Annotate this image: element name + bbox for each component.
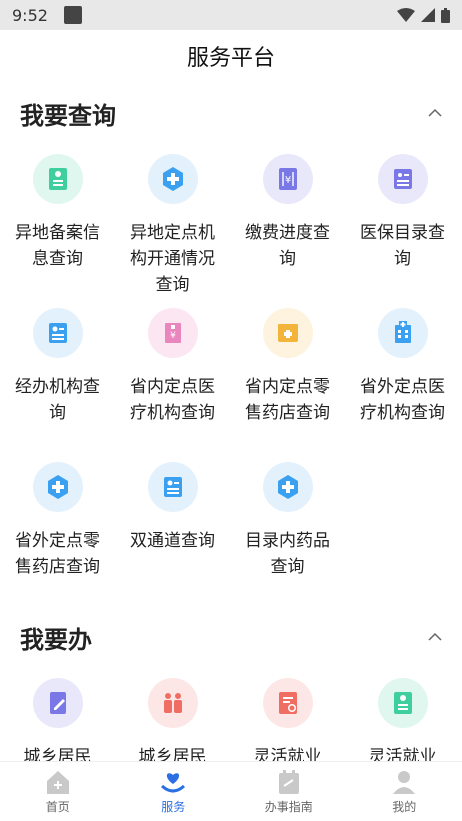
collapse-chevron-icon[interactable] bbox=[428, 630, 442, 644]
service-item[interactable]: 异地定点机构开通情况查询 bbox=[115, 144, 230, 298]
svg-text:¥: ¥ bbox=[170, 331, 176, 341]
service-item[interactable]: 灵活就业 bbox=[230, 668, 345, 762]
service-item[interactable]: 省外定点医疗机构查询 bbox=[345, 298, 460, 452]
service-item-label: 省内定点零售药店查询 bbox=[245, 377, 330, 423]
medical-cross-icon bbox=[32, 462, 83, 512]
person-card-icon bbox=[32, 308, 83, 358]
tab-label: 服务 bbox=[161, 800, 186, 814]
list-card-icon bbox=[377, 154, 428, 204]
tab-label: 首页 bbox=[45, 800, 70, 814]
profile-icon bbox=[393, 771, 416, 794]
collapse-chevron-icon[interactable] bbox=[428, 106, 442, 120]
service-item-label: 目录内药品查询 bbox=[245, 531, 330, 577]
status-time: 9:52 bbox=[12, 5, 48, 25]
person-card-icon bbox=[147, 462, 198, 512]
family-icon bbox=[147, 678, 198, 728]
section-header: 我要办 bbox=[0, 606, 462, 668]
medical-cross-icon bbox=[147, 154, 198, 204]
tab-calendar[interactable]: 办事指南 bbox=[231, 762, 347, 821]
service-item-label: 经办机构查询 bbox=[15, 377, 100, 423]
svg-text:¥: ¥ bbox=[284, 175, 290, 186]
service-item-label: 异地备案信息查询 bbox=[15, 223, 100, 269]
heart-hand-icon bbox=[161, 773, 186, 793]
calendar-icon bbox=[278, 770, 299, 794]
service-item-label: 异地定点机构开通情况查询 bbox=[130, 223, 215, 295]
service-item[interactable]: 医保目录查询 bbox=[345, 144, 460, 298]
service-item-label: 省外定点医疗机构查询 bbox=[360, 377, 445, 423]
medical-cross-icon bbox=[262, 462, 313, 512]
id-card-icon bbox=[377, 678, 428, 728]
id-card-icon bbox=[32, 154, 83, 204]
tab-label: 我的 bbox=[392, 800, 417, 814]
service-item[interactable]: 双通道查询 bbox=[115, 452, 230, 606]
section-title: 我要查询 bbox=[20, 101, 116, 130]
service-item-label: 医保目录查询 bbox=[360, 223, 445, 269]
hospital-icon bbox=[377, 308, 428, 358]
notification-icon bbox=[63, 6, 82, 24]
hospital-building-icon: ¥ bbox=[147, 308, 198, 358]
service-item[interactable]: 省外定点零售药店查询 bbox=[0, 452, 115, 606]
pharmacy-icon bbox=[262, 308, 313, 358]
service-item-label: 缴费进度查询 bbox=[245, 223, 330, 269]
status-icons bbox=[397, 7, 450, 23]
service-item[interactable]: 异地备案信息查询 bbox=[0, 144, 115, 298]
tab-label: 办事指南 bbox=[264, 800, 313, 814]
service-item[interactable]: 经办机构查询 bbox=[0, 298, 115, 452]
service-item[interactable]: 灵活就业 bbox=[345, 668, 460, 762]
service-item-label: 城乡居民 bbox=[138, 747, 207, 762]
payment-doc-icon: ¥ bbox=[262, 154, 313, 204]
service-item[interactable]: 省内定点零售药店查询 bbox=[230, 298, 345, 452]
service-item-label: 灵活就业 bbox=[368, 747, 437, 762]
bottom-tab-bar: 首页 服务 办事指南 我的 bbox=[0, 761, 462, 821]
service-item[interactable]: 城乡居民 bbox=[0, 668, 115, 762]
service-item-label: 省外定点零售药店查询 bbox=[15, 531, 100, 577]
tab-home[interactable]: 首页 bbox=[0, 762, 116, 821]
battery-icon bbox=[441, 7, 450, 23]
tab-profile[interactable]: 我的 bbox=[347, 762, 462, 821]
service-item-label: 灵活就业 bbox=[253, 747, 322, 762]
service-item-label: 城乡居民 bbox=[23, 747, 92, 762]
home-icon bbox=[46, 771, 69, 794]
service-item[interactable]: ¥ 缴费进度查询 bbox=[230, 144, 345, 298]
status-bar: 9:52 bbox=[0, 0, 462, 30]
service-grid: 异地备案信息查询 异地定点机构开通情况查询 ¥ 缴费进度查询 医保目录查询经办机构查询 ¥… bbox=[0, 144, 462, 606]
wifi-icon bbox=[397, 8, 415, 22]
service-content[interactable]: 我要查询异地备案信息查询 异地定点机构开通情况查询 ¥ 缴费进度查询 医保目录查询经办机… bbox=[0, 82, 462, 763]
section-title: 我要办 bbox=[20, 625, 92, 654]
certificate-icon bbox=[262, 678, 313, 728]
edit-doc-icon bbox=[32, 678, 83, 728]
service-item[interactable]: 目录内药品查询 bbox=[230, 452, 345, 606]
service-grid: 城乡居民 城乡居民 灵活就业 灵活就业 bbox=[0, 668, 462, 762]
service-item[interactable]: ¥ 省内定点医疗机构查询 bbox=[115, 298, 230, 452]
service-item-label: 省内定点医疗机构查询 bbox=[130, 377, 215, 423]
tab-heart-hand[interactable]: 服务 bbox=[116, 762, 232, 821]
section-header: 我要查询 bbox=[0, 82, 462, 144]
signal-icon bbox=[421, 8, 435, 22]
service-item[interactable]: 城乡居民 bbox=[115, 668, 230, 762]
page-title: 服务平台 bbox=[186, 46, 275, 71]
service-item-label: 双通道查询 bbox=[130, 531, 215, 551]
